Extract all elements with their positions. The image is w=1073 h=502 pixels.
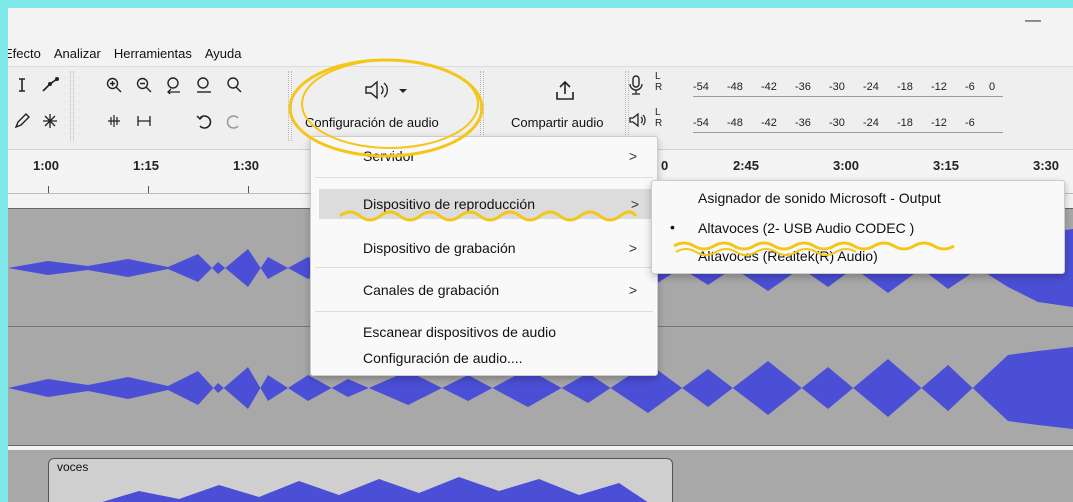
ruler-tick: 3:00 [833,158,860,173]
chevron-right-icon: > [630,196,639,212]
speaker-dropdown-icon[interactable] [363,79,413,106]
meter-tick: -42 [761,117,777,129]
record-meter[interactable]: L R -54 -48 -42 -36 -30 -24 -18 -12 -6 0 [628,71,1008,101]
record-meter-scale: -54 -48 -42 -36 -30 -24 -18 -12 -6 0 [693,79,1003,97]
menu-bar: Efecto Analizar Herramientas Ayuda [8,42,250,64]
zoom-out-icon[interactable] [132,73,156,97]
meter-tick: -30 [829,117,845,129]
ruler-tick: 1:15 [133,158,160,173]
silence-icon[interactable] [132,109,156,133]
device-item-microsoft-mapper[interactable]: Asignador de sonido Microsoft - Output [652,185,1064,211]
meter-tick: -30 [829,81,845,93]
playback-meter-scale: -54 -48 -42 -36 -30 -24 -18 -12 -6 [693,115,1003,133]
meter-tick: -12 [931,117,947,129]
ruler-tick: 2:45 [733,158,760,173]
ruler-tick: 1:30 [233,158,260,173]
fit-selection-icon[interactable] [162,73,186,97]
device-item-usb-codec[interactable]: • Altavoces (2- USB Audio CODEC ) [652,215,1064,241]
menu-item-canales-grabacion[interactable]: Canales de grabación > [311,275,657,305]
meter-tick: -24 [863,81,879,93]
clip-waveform [102,477,648,502]
meter-tick: 0 [989,81,996,93]
menu-item-dispositivo-grabacion[interactable]: Dispositivo de grabación > [311,233,657,263]
share-upload-icon[interactable] [553,79,577,108]
meter-tick: -48 [727,117,743,129]
selection-tool-icon[interactable] [10,73,34,97]
meter-tick: -48 [727,81,743,93]
envelope-tool-icon[interactable] [38,73,62,97]
meter-tick: -36 [795,117,811,129]
playback-device-submenu: Asignador de sonido Microsoft - Output •… [651,180,1065,274]
meter-tick: -42 [761,81,777,93]
chevron-right-icon: > [628,240,637,256]
chevron-right-icon: > [628,148,637,164]
level-meters[interactable]: L R -54 -48 -42 -36 -30 -24 -18 -12 -6 0 [628,71,1008,141]
draw-tool-icon[interactable] [10,109,34,133]
speaker-icon[interactable] [628,111,646,133]
multi-tool-icon[interactable] [38,109,62,133]
title-bar: — [8,8,1073,38]
device-item-realtek[interactable]: Altavoces (Realtek(R) Audio) [652,243,1064,269]
meter-tick: -54 [693,81,709,93]
zoom-in-icon[interactable] [102,73,126,97]
fit-project-icon[interactable] [192,73,216,97]
meter-tick: -6 [965,81,975,93]
audio-track-2[interactable]: voces [8,450,1073,502]
minimize-button[interactable]: — [1025,12,1041,30]
menu-analizar[interactable]: Analizar [49,46,106,61]
record-meter-channels: L R [655,71,663,93]
redo-icon[interactable] [222,109,246,133]
trim-icon[interactable] [102,109,126,133]
ruler-tick: 3:30 [1033,158,1060,173]
meter-tick: -54 [693,117,709,129]
audio-setup-menu: Servidor > Dispositivo de reproducción >… [310,136,658,376]
menu-ayuda[interactable]: Ayuda [200,46,247,61]
playback-meter[interactable]: L R -54 -48 -42 -36 -30 -24 -18 -12 -6 [628,107,1008,137]
meter-tick: -18 [897,81,913,93]
meter-tick: -6 [965,117,975,129]
ruler-tick: 3:15 [933,158,960,173]
meter-tick: -24 [863,117,879,129]
selected-bullet-icon: • [670,219,675,235]
audio-clip[interactable]: voces [48,458,673,502]
undo-icon[interactable] [192,109,216,133]
meter-tick: -36 [795,81,811,93]
playback-meter-channels: L R [655,107,663,129]
zoom-toggle-icon[interactable] [222,73,246,97]
audacity-window: — Efecto Analizar Herramientas Ayuda Con… [8,8,1073,502]
menu-efecto[interactable]: Efecto [8,46,46,61]
audio-setup-button[interactable]: Configuración de audio [305,115,439,130]
chevron-right-icon: > [628,282,637,298]
ruler-tick: 1:00 [33,158,60,173]
menu-item-dispositivo-reproduccion[interactable]: Dispositivo de reproducción > [319,189,651,219]
meter-tick: -18 [897,117,913,129]
ruler-tick: 0 [661,158,669,173]
clip-name[interactable]: voces [57,460,88,474]
meter-tick: -12 [931,81,947,93]
microphone-icon[interactable] [628,75,644,99]
menu-item-configuracion-audio[interactable]: Configuración de audio.... [311,343,657,373]
menu-item-servidor[interactable]: Servidor > [311,141,657,171]
share-audio-button[interactable]: Compartir audio [511,115,604,130]
menu-herramientas[interactable]: Herramientas [109,46,197,61]
